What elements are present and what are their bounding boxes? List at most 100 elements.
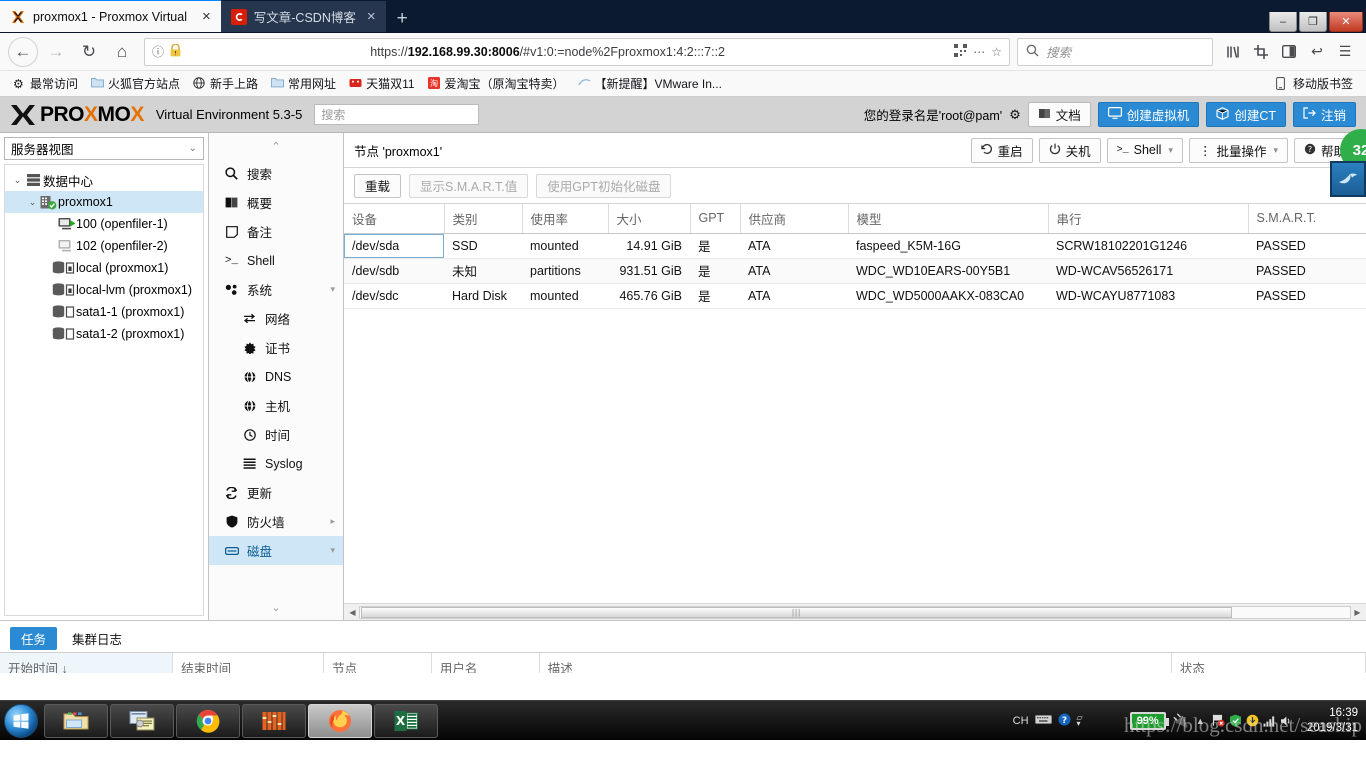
maximize-button[interactable]: ❐ [1299,12,1327,32]
minimize-button[interactable]: – [1269,12,1297,32]
restart-button[interactable]: 重启 [970,137,1033,163]
undo-icon[interactable]: ↩ [1304,39,1330,65]
taskbar-clock[interactable]: 16:39 2019/3/31 [1301,706,1358,735]
warning-lock-icon[interactable] [170,42,181,60]
new-tab-button[interactable]: + [386,9,419,32]
column-header-serial[interactable]: 串行 [1048,204,1249,234]
close-icon[interactable]: × [363,9,380,24]
column-header-smart[interactable]: S.M.A.R.T. [1248,204,1366,234]
forward-button[interactable]: → [41,37,71,67]
tab-tasks[interactable]: 任务 [10,627,58,650]
close-icon[interactable]: × [198,9,215,24]
nav-item-certificates[interactable]: 证书 [209,333,343,362]
nav-item-shell[interactable]: >_ Shell [209,246,343,275]
nav-item-time[interactable]: 时间 [209,420,343,449]
scroll-left-icon[interactable]: ◀ [346,608,359,617]
column-header-description[interactable]: 描述 [539,653,1172,673]
nav-item-updates[interactable]: 更新 [209,478,343,507]
chevron-down-icon[interactable]: ▾ [1273,145,1278,156]
taskbar-button-chrome[interactable] [176,703,240,738]
pve-search-input[interactable]: 搜索 [314,104,480,125]
hamburger-menu-icon[interactable]: ☰ [1332,39,1358,65]
nav-scroll-down[interactable]: ⌄ [209,594,343,620]
scroll-right-icon[interactable]: ▶ [1351,608,1364,617]
close-window-button[interactable]: ✕ [1329,12,1363,32]
bookmark-item-common-sites[interactable]: 常用网址 [266,73,341,94]
more-icon[interactable]: ▱ ▾ [1077,713,1083,726]
bookmark-item-tmall[interactable]: 天猫双11 [344,73,419,94]
twisty-icon[interactable]: ⌄ [11,175,24,186]
security-icon[interactable] [1229,714,1243,728]
scroll-track[interactable]: ||| [359,605,1351,619]
taskbar-button-excel[interactable]: X [374,703,438,738]
battery-indicator[interactable]: 99% [1129,711,1169,730]
taskbar-button-firefox[interactable] [308,703,372,738]
shell-button[interactable]: >_ Shell ▾ [1106,137,1183,163]
tree-item-storage-local[interactable]: local (proxmox1) [5,257,203,279]
tree-item-storage-local-lvm[interactable]: local-lvm (proxmox1) [5,279,203,301]
nav-item-search[interactable]: 搜索 [209,159,343,188]
info-icon[interactable]: ⓘ [152,43,164,60]
tree-item-proxmox1[interactable]: ⌄ proxmox1 [5,191,203,213]
scroll-thumb[interactable]: ||| [361,606,1233,618]
reload-button[interactable]: ↻ [74,37,104,67]
keyboard-icon[interactable] [1034,714,1052,728]
browser-tab-proxmox[interactable]: proxmox1 - Proxmox Virtual Env × [0,0,221,32]
reload-button[interactable]: 重载 [354,173,402,198]
nav-item-summary[interactable]: 概要 [209,188,343,217]
browser-tab-csdn[interactable]: 写文章-CSDN博客 × [220,1,386,32]
bookmark-item-mobile[interactable]: 移动版书签 [1271,73,1358,94]
help-icon[interactable]: ? [1058,713,1071,729]
column-header-end-time[interactable]: 结束时间 [172,653,325,673]
volume-icon[interactable] [1280,714,1294,728]
column-header-usage[interactable]: 使用率 [522,204,609,234]
nav-item-system[interactable]: 系统 ▾ [209,275,343,304]
library-icon[interactable] [1220,39,1246,65]
create-vm-button[interactable]: 创建虚拟机 [1097,102,1200,127]
nav-item-firewall[interactable]: 防火墙 ▸ [209,507,343,536]
page-actions-icon[interactable]: ⋯ [973,45,985,59]
taskbar-button-explorer[interactable] [44,703,108,738]
view-selector-dropdown[interactable]: 服务器视图 ⌄ [4,137,204,160]
column-header-username[interactable]: 用户名 [431,653,540,673]
tree-item-storage-sata1-2[interactable]: sata1-2 (proxmox1) [5,323,203,345]
init-gpt-button[interactable]: 使用GPT初始化磁盘 [536,173,672,198]
logout-button[interactable]: 注销 [1292,102,1356,127]
table-row[interactable]: /dev/sdc Hard Disk mounted 465.76 GiB 是 … [344,283,1366,309]
sidebar-icon[interactable] [1276,39,1302,65]
tree-item-vm-100[interactable]: 100 (openfiler-1) [5,213,203,235]
column-header-model[interactable]: 模型 [848,204,1049,234]
bookmark-item-itaobao[interactable]: 淘 爱淘宝（原淘宝特卖） [423,73,570,94]
nav-item-notes[interactable]: 备注 [209,217,343,246]
browser-search-bar[interactable]: 搜索 [1017,37,1213,66]
column-header-size[interactable]: 大小 [608,204,691,234]
back-button[interactable]: ← [8,36,38,67]
nav-item-disks[interactable]: 磁盘 ▾ [209,536,343,565]
gear-icon[interactable]: ⚙ [1009,107,1021,123]
column-header-gpt[interactable]: GPT [690,204,741,234]
column-header-status[interactable]: 状态 [1171,653,1366,673]
show-smart-button[interactable]: 显示S.M.A.R.T.值 [409,173,529,198]
tree-item-vm-102[interactable]: 102 (openfiler-2) [5,235,203,257]
screenshot-icon[interactable] [1248,39,1274,65]
address-bar[interactable]: ⓘ https://192.168.99.30:8006/#v1:0:=node… [144,37,1010,66]
bookmark-item-firefox-site[interactable]: 火狐官方站点 [86,73,185,94]
chevron-down-icon[interactable]: ▾ [1168,145,1173,156]
tab-cluster-log[interactable]: 集群日志 [61,627,133,650]
create-ct-button[interactable]: 创建CT [1206,102,1286,127]
nav-item-host[interactable]: 主机 [209,391,343,420]
shutdown-button[interactable]: 关机 [1038,137,1101,163]
bookmark-item-getting-started[interactable]: 新手上路 [188,73,263,94]
update-icon[interactable] [1246,714,1260,728]
ime-indicator[interactable]: CH ? ▱ ▾ [1013,713,1083,729]
bookmark-item-vmware[interactable]: 【新提醒】VMware In... [573,73,727,94]
bookmark-star-icon[interactable]: ☆ [991,45,1002,59]
tree-item-datacenter[interactable]: ⌄ 数据中心 [5,169,203,191]
expand-arrow-icon[interactable]: ▲ [1196,716,1205,726]
documentation-button[interactable]: 文档 [1027,102,1091,127]
network-icon[interactable] [1263,714,1277,728]
flag-error-icon[interactable] [1212,714,1226,728]
nav-item-dns[interactable]: DNS [209,362,343,391]
home-button[interactable]: ⌂ [107,37,137,67]
qr-code-icon[interactable] [954,43,968,60]
